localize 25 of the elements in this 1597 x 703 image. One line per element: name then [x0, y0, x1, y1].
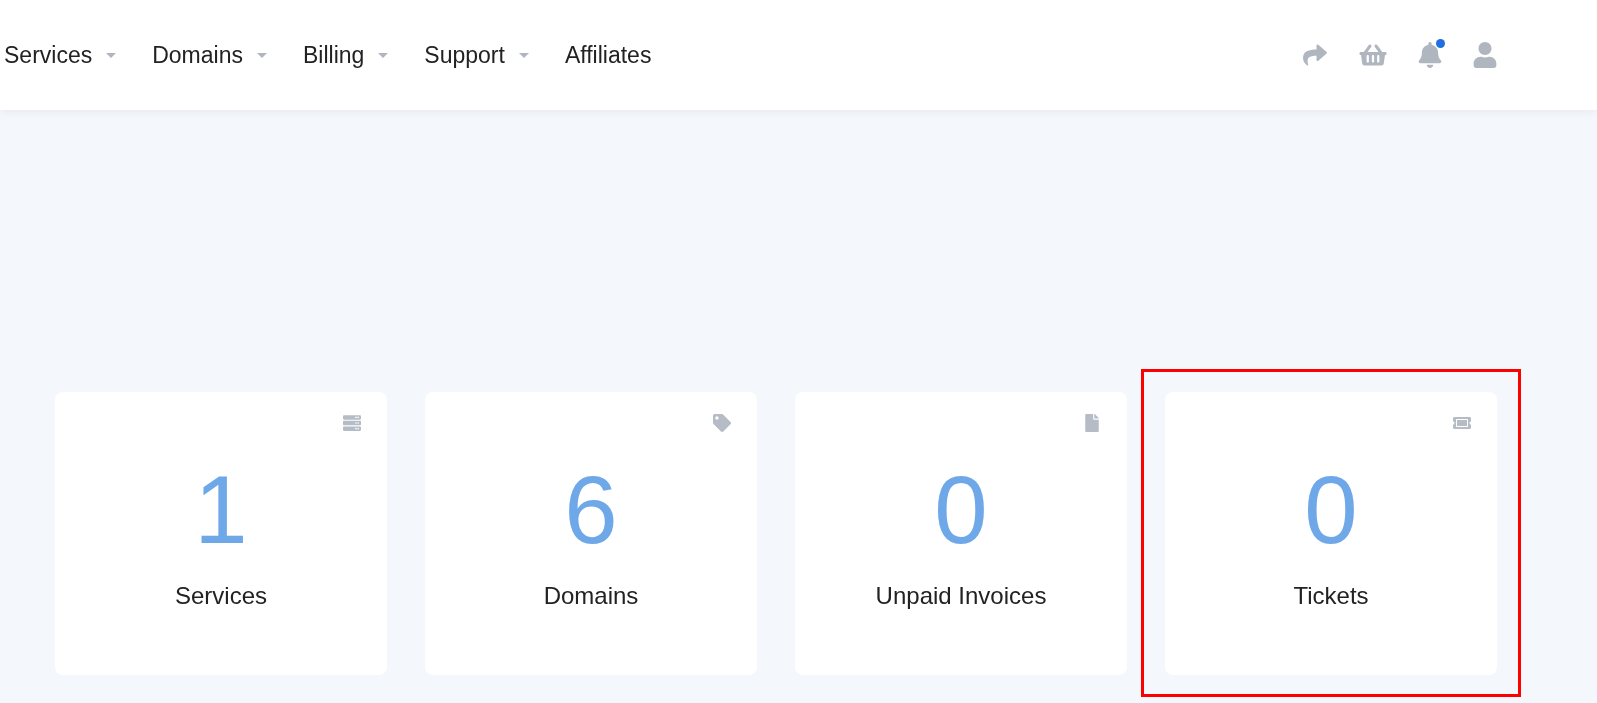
nav-menu-item[interactable]: Billing [302, 37, 389, 73]
stat-count: 0 [1304, 462, 1358, 558]
stat-count: 1 [194, 462, 248, 558]
stat-label: Unpaid Invoices [875, 581, 1047, 611]
file-icon [1083, 414, 1101, 432]
server-icon [343, 414, 361, 432]
stat-card[interactable]: 0 Tickets [1165, 392, 1497, 675]
nav-menu-item[interactable]: Support [424, 37, 529, 73]
stat-card[interactable]: 6 Domains [425, 392, 757, 675]
share-icon[interactable] [1301, 43, 1329, 67]
nav-menu-item[interactable]: Affiliates [564, 37, 652, 73]
basket-icon[interactable] [1359, 43, 1387, 67]
stat-card[interactable]: 1 Services [55, 392, 387, 675]
stat-label: Services [175, 581, 267, 611]
tag-icon [713, 414, 731, 432]
ticket-icon [1453, 414, 1471, 432]
nav-menu-item[interactable]: Services [4, 37, 117, 73]
stat-card[interactable]: 0 Unpaid Invoices [795, 392, 1127, 675]
stat-count: 6 [564, 462, 618, 558]
stat-label: Domains [543, 581, 639, 611]
stat-label: Tickets [1293, 581, 1369, 611]
user-icon[interactable] [1473, 42, 1497, 68]
bell-icon[interactable] [1417, 42, 1443, 68]
nav-menu-item[interactable]: Domains [152, 37, 267, 73]
stat-count: 0 [934, 462, 988, 558]
